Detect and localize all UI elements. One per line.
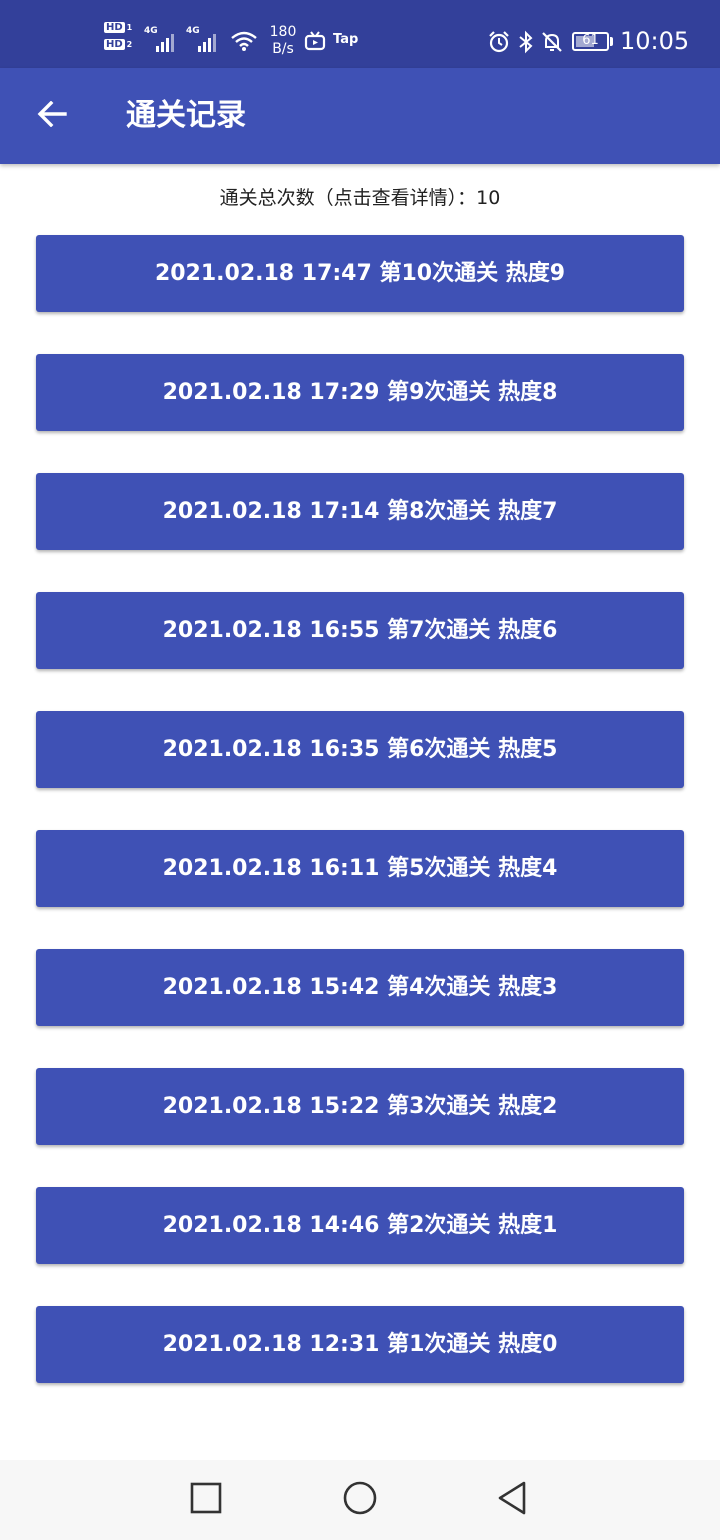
record-button[interactable]: 2021.02.18 16:11 第5次通关 热度4 [36, 830, 684, 907]
signal-strength-icon: 4G [144, 26, 180, 52]
record-button[interactable]: 2021.02.18 16:35 第6次通关 热度5 [36, 711, 684, 788]
record-button[interactable]: 2021.02.18 17:47 第10次通关 热度9 [36, 235, 684, 312]
square-icon [190, 1482, 222, 1518]
tap-app-label: Tap [333, 32, 359, 47]
back-nav-button[interactable] [490, 1478, 534, 1522]
record-count-summary: 通关总次数（点击查看详情）：10 [219, 187, 501, 209]
home-button[interactable] [338, 1478, 382, 1522]
tv-icon [304, 30, 326, 52]
record-list: 2021.02.18 17:47 第10次通关 热度9 2021.02.18 1… [36, 235, 684, 1425]
battery-indicator: 61 [572, 32, 614, 51]
bluetooth-icon [514, 30, 538, 54]
system-nav-bar [0, 1460, 720, 1540]
record-button[interactable]: 2021.02.18 17:29 第9次通关 热度8 [36, 354, 684, 431]
recents-button[interactable] [184, 1478, 228, 1522]
back-button[interactable] [28, 92, 76, 140]
record-button[interactable]: 2021.02.18 15:22 第3次通关 热度2 [36, 1068, 684, 1145]
alarm-icon [487, 30, 511, 54]
bell-off-icon [540, 30, 564, 54]
status-time: 10:05 [620, 27, 690, 55]
arrow-left-icon [37, 100, 67, 131]
record-button[interactable]: 2021.02.18 17:14 第8次通关 热度7 [36, 473, 684, 550]
record-button[interactable]: 2021.02.18 15:42 第4次通关 热度3 [36, 949, 684, 1026]
record-button[interactable]: 2021.02.18 14:46 第2次通关 热度1 [36, 1187, 684, 1264]
sim2-hd-badge: HD 2 [104, 39, 133, 50]
network-speed: 180 B/s [269, 24, 297, 57]
triangle-back-icon [496, 1480, 528, 1520]
status-bar: HD 1 HD 2 4G 4G 180 B/s Tap 61 10:05 [0, 0, 720, 68]
wifi-icon [230, 30, 258, 52]
page-title: 通关记录 [126, 98, 246, 133]
circle-icon [342, 1480, 378, 1520]
record-button[interactable]: 2021.02.18 16:55 第7次通关 热度6 [36, 592, 684, 669]
sim1-hd-badge: HD 1 [104, 22, 133, 33]
dual-sim-indicator: HD 1 HD 2 [104, 22, 138, 60]
record-button[interactable]: 2021.02.18 12:31 第1次通关 热度0 [36, 1306, 684, 1383]
signal-strength-icon: 4G [186, 26, 222, 52]
app-bar: 通关记录 [0, 68, 720, 164]
